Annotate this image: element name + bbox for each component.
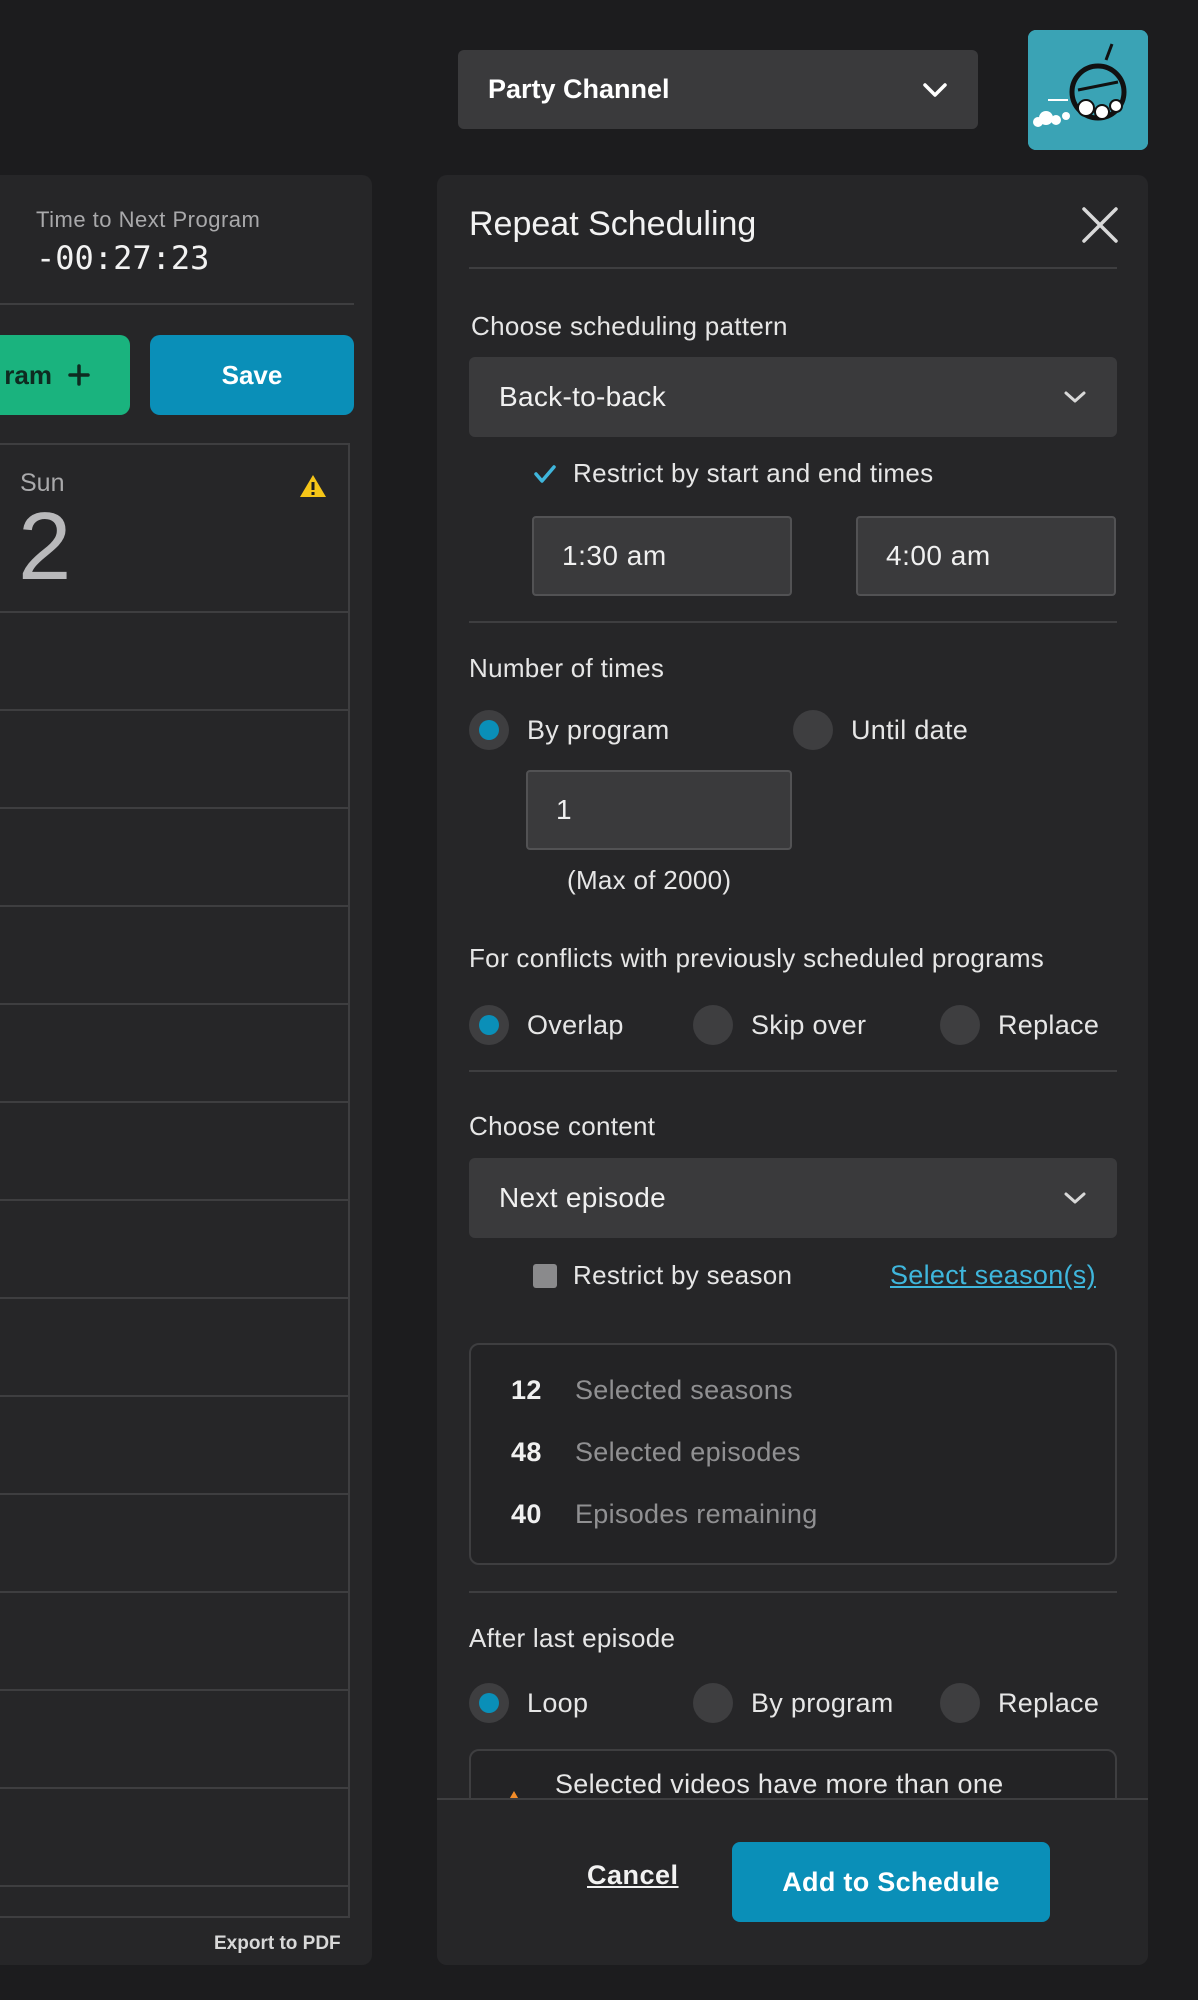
radio-button[interactable]	[469, 1683, 509, 1723]
after-option-loop[interactable]: Loop	[469, 1683, 588, 1723]
conflict-option-replace[interactable]: Replace	[940, 1005, 1099, 1045]
radio-label: Overlap	[527, 1009, 624, 1040]
divider	[469, 1070, 1117, 1072]
radio-label: Until date	[851, 714, 969, 745]
radio-label: Loop	[527, 1687, 589, 1718]
day-column: Sun 2	[0, 443, 350, 1918]
time-slot[interactable]	[0, 1103, 348, 1201]
content-select[interactable]: Next episode	[469, 1158, 1117, 1238]
radio-button[interactable]	[693, 1005, 733, 1045]
pattern-label: Choose scheduling pattern	[471, 311, 788, 341]
time-slot[interactable]	[0, 907, 348, 1005]
content-stats: 12 Selected seasons 48 Selected episodes…	[469, 1343, 1117, 1565]
time-slot[interactable]	[0, 1691, 348, 1789]
next-program-label: Time to Next Program	[36, 207, 261, 232]
select-seasons-link[interactable]: Select season(s)	[890, 1260, 1096, 1291]
export-pdf-link[interactable]: Export to PDF	[214, 1933, 341, 1955]
start-time-input[interactable]: 1:30 am	[532, 516, 792, 596]
time-slot[interactable]	[0, 809, 348, 907]
number-option-by-program[interactable]: By program	[469, 710, 670, 750]
pattern-select[interactable]: Back-to-back	[469, 357, 1117, 437]
stat-row: 40 Episodes remaining	[511, 1499, 818, 1530]
end-time-input[interactable]: 4:00 am	[856, 516, 1116, 596]
panel-title: Repeat Scheduling	[469, 205, 757, 243]
number-label: Number of times	[469, 653, 665, 683]
stat-label: Selected seasons	[575, 1375, 793, 1405]
content-select-value: Next episode	[499, 1182, 667, 1213]
time-slot[interactable]	[0, 613, 348, 711]
time-slot[interactable]	[0, 711, 348, 809]
number-option-until-date[interactable]: Until date	[793, 710, 968, 750]
radio-button[interactable]	[793, 710, 833, 750]
chevron-down-icon	[1064, 1192, 1086, 1204]
chevron-down-icon	[1064, 391, 1086, 403]
panel-footer: Cancel Add to Schedule	[437, 1798, 1148, 1965]
radio-button[interactable]	[940, 1683, 980, 1723]
restrict-season-label: Restrict by season	[573, 1260, 793, 1290]
channel-select-value: Party Channel	[488, 74, 670, 104]
chevron-down-icon	[923, 82, 947, 97]
restrict-times-row[interactable]: Restrict by start and end times	[533, 458, 933, 489]
restrict-times-checkbox[interactable]	[533, 462, 557, 486]
channel-select[interactable]: Party Channel	[458, 50, 978, 129]
radio-button[interactable]	[940, 1005, 980, 1045]
radio-label: Replace	[998, 1009, 1100, 1040]
checkmark-icon	[534, 464, 556, 483]
warning-text: Selected videos have more than one	[555, 1769, 1004, 1799]
divider	[469, 267, 1117, 269]
channel-logo-icon	[1028, 30, 1148, 150]
add-to-schedule-button[interactable]: Add to Schedule	[732, 1842, 1050, 1922]
stat-count: 40	[511, 1499, 542, 1529]
count-hint: (Max of 2000)	[567, 865, 732, 895]
stat-count: 12	[511, 1375, 542, 1405]
pattern-select-value: Back-to-back	[499, 381, 666, 412]
close-icon[interactable]	[1080, 205, 1120, 245]
radio-button[interactable]	[693, 1683, 733, 1723]
add-program-label: ram	[4, 359, 52, 390]
stat-label: Episodes remaining	[575, 1499, 818, 1529]
time-slot[interactable]	[0, 1005, 348, 1103]
repeat-scheduling-panel: Repeat Scheduling Choose scheduling patt…	[437, 175, 1148, 1965]
channel-avatar[interactable]	[1028, 30, 1148, 150]
conflicts-label: For conflicts with previously scheduled …	[469, 943, 1045, 973]
divider	[469, 621, 1117, 623]
time-slot[interactable]	[0, 1201, 348, 1299]
time-slot[interactable]	[0, 1397, 348, 1495]
time-slot[interactable]	[0, 1789, 348, 1887]
plus-icon	[68, 364, 90, 386]
day-header: Sun 2	[0, 445, 348, 613]
add-program-button[interactable]: ram	[0, 335, 130, 415]
stat-label: Selected episodes	[575, 1437, 801, 1467]
radio-label: By program	[527, 714, 670, 745]
after-option-replace[interactable]: Replace	[940, 1683, 1099, 1723]
after-label: After last episode	[469, 1623, 676, 1653]
radio-button[interactable]	[469, 710, 509, 750]
divider	[469, 1591, 1117, 1593]
content-label: Choose content	[469, 1111, 656, 1141]
after-option-by-program[interactable]: By program	[693, 1683, 894, 1723]
scheduler-panel: Time to Next Program -00:27:23 ram Save …	[0, 175, 372, 1965]
radio-button[interactable]	[469, 1005, 509, 1045]
conflict-option-overlap[interactable]: Overlap	[469, 1005, 624, 1045]
radio-label: Skip over	[751, 1009, 867, 1040]
radio-label: By program	[751, 1687, 894, 1718]
warning-icon[interactable]	[298, 473, 328, 499]
day-number: 2	[18, 493, 72, 600]
radio-label: Replace	[998, 1687, 1100, 1718]
stat-count: 48	[511, 1437, 542, 1467]
next-program-countdown: -00:27:23	[36, 239, 210, 277]
time-slot[interactable]	[0, 1495, 348, 1593]
time-slot[interactable]	[0, 1593, 348, 1691]
cancel-button[interactable]: Cancel	[587, 1860, 679, 1891]
time-slot[interactable]	[0, 1299, 348, 1397]
restrict-season-checkbox[interactable]	[533, 1263, 557, 1288]
conflict-option-skip-over[interactable]: Skip over	[693, 1005, 866, 1045]
restrict-season-row[interactable]: Restrict by season	[533, 1260, 792, 1291]
restrict-times-label: Restrict by start and end times	[573, 458, 934, 488]
divider	[0, 303, 354, 305]
stat-row: 12 Selected seasons	[511, 1375, 793, 1406]
stat-row: 48 Selected episodes	[511, 1437, 801, 1468]
count-input[interactable]: 1	[526, 770, 792, 850]
save-button[interactable]: Save	[150, 335, 354, 415]
